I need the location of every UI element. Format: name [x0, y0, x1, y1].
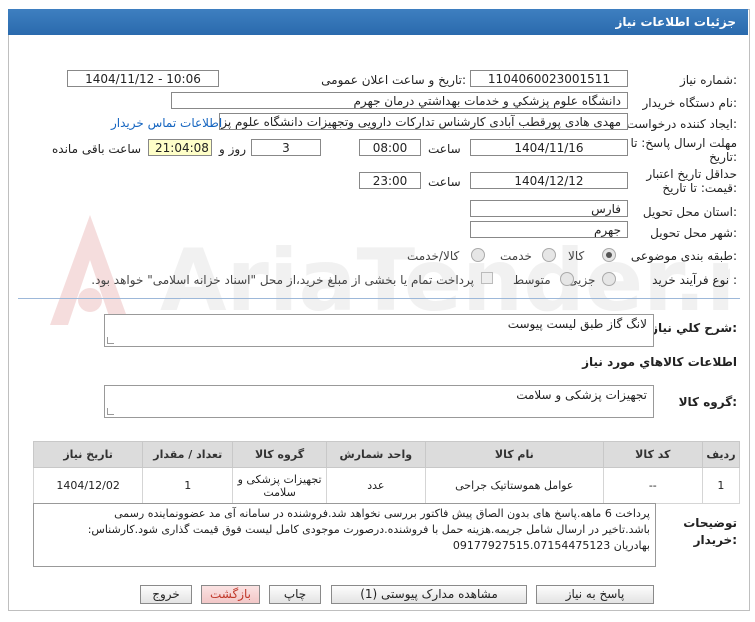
validity-time-label: ساعت [428, 175, 461, 189]
min-validity-label-2: قیمت: تا تاریخ: [662, 181, 737, 195]
general-description-label: شرح کلي نياز: [651, 321, 737, 335]
col-group: گروه کالا [232, 441, 327, 468]
days-remaining-field: 3 [251, 139, 321, 156]
buyer-notes-label-2: خریدار: [693, 533, 737, 547]
process-radio-minor[interactable] [602, 272, 616, 286]
need-number-field: 1104060023001511 [470, 70, 628, 87]
goods-group-label: گروه کالا: [678, 395, 737, 409]
section-divider [18, 298, 740, 299]
delivery-province-label: استان محل تحویل: [642, 205, 737, 219]
window-title: جزئیات اطلاعات نیاز [615, 15, 736, 29]
table-row: 1 -- عوامل هموستاتیک جراحی عدد تجهیزات پ… [32, 467, 741, 504]
subject-radio-goods-service[interactable] [471, 248, 485, 262]
buyer-notes-line-1: پرداخت 6 ماهه.پاسخ های بدون الصاق پیش فا… [114, 507, 650, 520]
title-bar: جزئیات اطلاعات نیاز [8, 9, 748, 35]
reply-button[interactable]: پاسخ به نیاز [536, 585, 654, 604]
subject-goods-service-label: کالا/خدمت [407, 249, 460, 263]
reply-time-label: ساعت [428, 142, 461, 156]
time-remaining-field: 21:04:08 [148, 139, 212, 156]
buyer-notes-label-1: توضیحات [683, 516, 737, 530]
items-table-header: ردیف کد کالا نام کالا واحد شمارش گروه کا… [32, 441, 741, 468]
city-field: جهرم [470, 221, 628, 238]
reply-time-field: 08:00 [359, 139, 421, 156]
print-button[interactable]: چاپ [269, 585, 321, 604]
buyer-org-label: نام دستگاه خریدار: [642, 96, 738, 110]
process-type-label: نوع فرآیند خرید : [652, 273, 737, 287]
cell-name: عوامل هموستاتیک جراحی [424, 467, 604, 504]
treasury-checkbox-label: پرداخت تمام یا بخشی از مبلغ خرید،از محل … [91, 273, 474, 287]
announce-datetime-label: تاریخ و ساعت اعلان عمومی: [321, 73, 466, 87]
cell-code: -- [602, 467, 703, 504]
subject-goods-label: کالا [568, 249, 585, 263]
buyer-contact-link[interactable]: اطلاعات تماس خریدار [111, 116, 222, 130]
reply-deadline-label-2: تاریخ: [709, 150, 737, 164]
col-code: کد کالا [602, 441, 703, 468]
goods-info-heading: اطلاعات کالاهاي مورد نياز [582, 355, 737, 369]
announce-datetime-field: 1404/11/12 - 10:06 [67, 70, 219, 87]
goods-group-field: تجهیزات پزشکی و سلامت [104, 385, 654, 418]
page: جزئیات اطلاعات نیاز AriaTender.neT شماره… [0, 0, 755, 622]
treasury-checkbox[interactable] [481, 272, 493, 284]
cell-row: 1 [701, 467, 741, 504]
col-row: ردیف [701, 441, 741, 468]
back-button[interactable]: بازگشت [201, 585, 260, 604]
subject-radio-goods[interactable] [602, 248, 616, 262]
exit-button[interactable]: خروج [140, 585, 192, 604]
col-name: نام کالا [424, 441, 604, 468]
need-number-label: شماره نیاز: [679, 73, 737, 87]
attachments-button[interactable]: مشاهده مدارک پیوستی (1) [331, 585, 527, 604]
cell-unit: عدد [325, 467, 426, 504]
reply-deadline-label-1: مهلت ارسال پاسخ: تا [630, 136, 737, 150]
col-unit: واحد شمارش [325, 441, 426, 468]
province-field: فارس [470, 200, 628, 217]
requester-field: مهدی هادی پورقطب آبادی کارشناس تدارکات د… [219, 113, 628, 130]
cell-quantity: 1 [142, 467, 234, 504]
buyer-notes-field: پرداخت 6 ماهه.پاسخ های بدون الصاق پیش فا… [33, 503, 656, 567]
reply-date-field: 1404/11/16 [470, 139, 628, 156]
subject-category-label: طبقه بندی موضوعی: [630, 249, 737, 263]
min-validity-label-1: حداقل تاریخ اعتبار [646, 167, 737, 181]
items-table: ردیف کد کالا نام کالا واحد شمارش گروه کا… [32, 441, 741, 504]
cell-group: تجهیزات پزشکی و سلامت [232, 467, 327, 504]
subject-radio-service[interactable] [542, 248, 556, 262]
buyer-notes-line-3: بهادریان 09177927515.07154475123 [452, 539, 650, 552]
process-radio-medium[interactable] [560, 272, 574, 286]
delivery-city-label: شهر محل تحویل: [650, 226, 737, 240]
col-quantity: تعداد / مقدار [142, 441, 234, 468]
subject-service-label: خدمت [500, 249, 532, 263]
buyer-notes-line-2: باشد.تاخیر در ارسال شامل جریمه.هزینه حمل… [87, 523, 650, 536]
general-description-field: لانگ گاز طبق لیست پیوست [104, 314, 654, 347]
day-and-label: روز و [219, 142, 246, 156]
col-need-date: تاریخ نیاز [32, 441, 144, 468]
hours-remaining-label: ساعت باقی مانده [52, 142, 142, 156]
cell-need-date: 1404/12/02 [32, 467, 144, 504]
buyer-org-field: دانشگاه علوم پزشکي و خدمات بهداشتي درمان… [171, 92, 628, 109]
validity-time-field: 23:00 [359, 172, 421, 189]
validity-date-field: 1404/12/12 [470, 172, 628, 189]
process-medium-label: متوسط [513, 273, 551, 287]
requester-label: ایجاد کننده درخواست: [626, 117, 737, 131]
